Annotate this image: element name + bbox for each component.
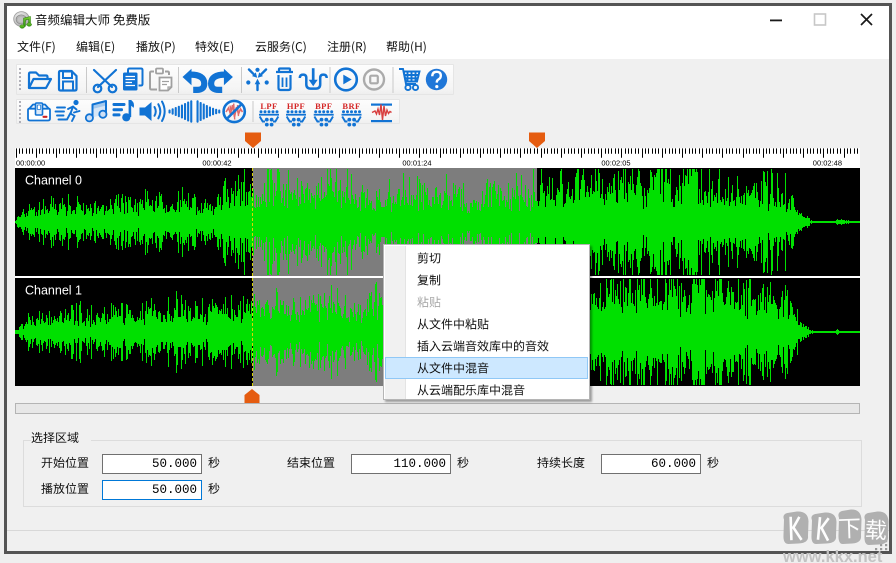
svg-text:LPF: LPF [260,101,277,111]
svg-text:BPF: BPF [315,101,332,111]
svg-text:BRF: BRF [342,101,360,111]
svg-text:Channel 0: Channel 0 [25,174,82,188]
svg-text:HPF: HPF [287,101,305,111]
svg-text:Channel 1: Channel 1 [25,284,82,298]
svg-text:00:02:48: 00:02:48 [813,159,842,168]
svg-text:00:00:00: 00:00:00 [16,159,45,168]
svg-text:00:02:05: 00:02:05 [601,159,630,168]
svg-text:00:01:24: 00:01:24 [402,159,431,168]
svg-text:00:00:42: 00:00:42 [202,159,231,168]
